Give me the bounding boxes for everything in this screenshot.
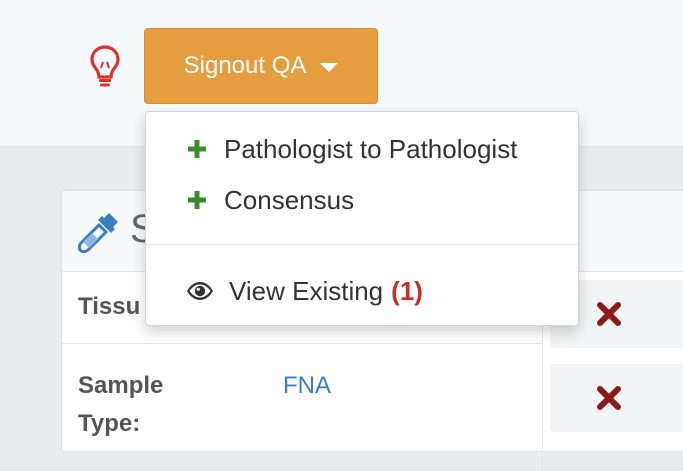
menu-item-label: Consensus — [224, 184, 355, 215]
existing-count-badge: (1) — [391, 275, 423, 306]
signout-qa-label: Signout QA — [183, 52, 307, 79]
menu-item-view-existing[interactable]: View Existing (1) — [146, 267, 578, 315]
sample-type-value-link[interactable]: FNA — [283, 367, 331, 405]
plus-icon — [188, 191, 206, 209]
menu-item-pathologist-to-pathologist[interactable]: Pathologist to Pathologist — [146, 125, 578, 173]
row-divider — [62, 343, 542, 344]
close-icon — [597, 302, 621, 326]
menu-item-label: Pathologist to Pathologist — [224, 133, 518, 164]
lightbulb-icon[interactable] — [89, 44, 121, 88]
signout-qa-button[interactable]: Signout QA — [144, 28, 378, 104]
eye-icon — [187, 282, 213, 300]
signout-qa-dropdown-menu: Pathologist to Pathologist Consensus Vie… — [145, 111, 579, 326]
menu-divider — [146, 244, 578, 245]
caret-down-icon — [320, 62, 339, 72]
menu-item-consensus[interactable]: Consensus — [146, 176, 578, 224]
remove-button[interactable] — [550, 364, 683, 432]
close-icon — [597, 386, 621, 410]
eyedropper-icon — [77, 213, 118, 254]
menu-item-label: View Existing — [229, 275, 384, 306]
sample-type-label: Sample Type: — [78, 372, 164, 437]
plus-icon — [188, 140, 206, 158]
tissue-label: Tissu — [78, 293, 141, 320]
